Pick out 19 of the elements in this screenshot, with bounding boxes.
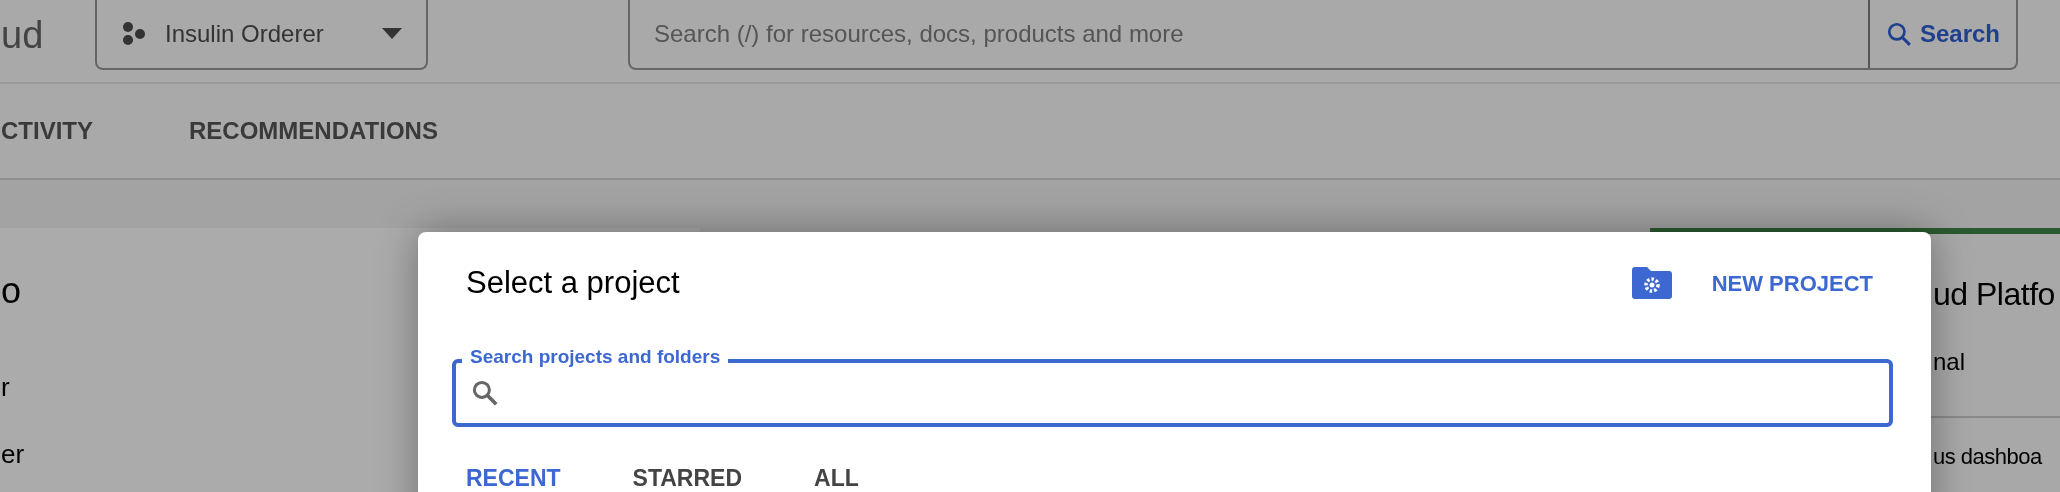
text-fragment: r [1,371,10,404]
nav-tab[interactable]: CTIVITY [1,113,93,149]
new-project-button[interactable]: NEW PROJECT [1711,266,1873,300]
dialog-title: Select a project [466,264,681,302]
text-fragment: o [1,269,22,313]
search-icon [1885,21,1912,47]
project-picker[interactable]: Insulin Orderer [95,0,428,70]
search-button[interactable]: Search [1867,0,2016,68]
card-title: ud Platfo [1933,275,2056,314]
folder-settings-icon[interactable] [1631,267,1672,300]
caret-icon [382,28,402,40]
card-text: nal [1933,347,1967,377]
search-field[interactable]: Search (/) for resources, docs, products and more Search [628,0,2018,70]
dialog-tab[interactable]: RECENT [466,464,561,491]
dialog-tab[interactable]: ALL [814,464,859,491]
dialog-tab[interactable]: STARRED [632,464,743,491]
nav-tab[interactable]: RECOMMENDATIONS [189,113,438,149]
logo-text: ud [1,13,45,58]
text-fragment: er [1,438,25,471]
